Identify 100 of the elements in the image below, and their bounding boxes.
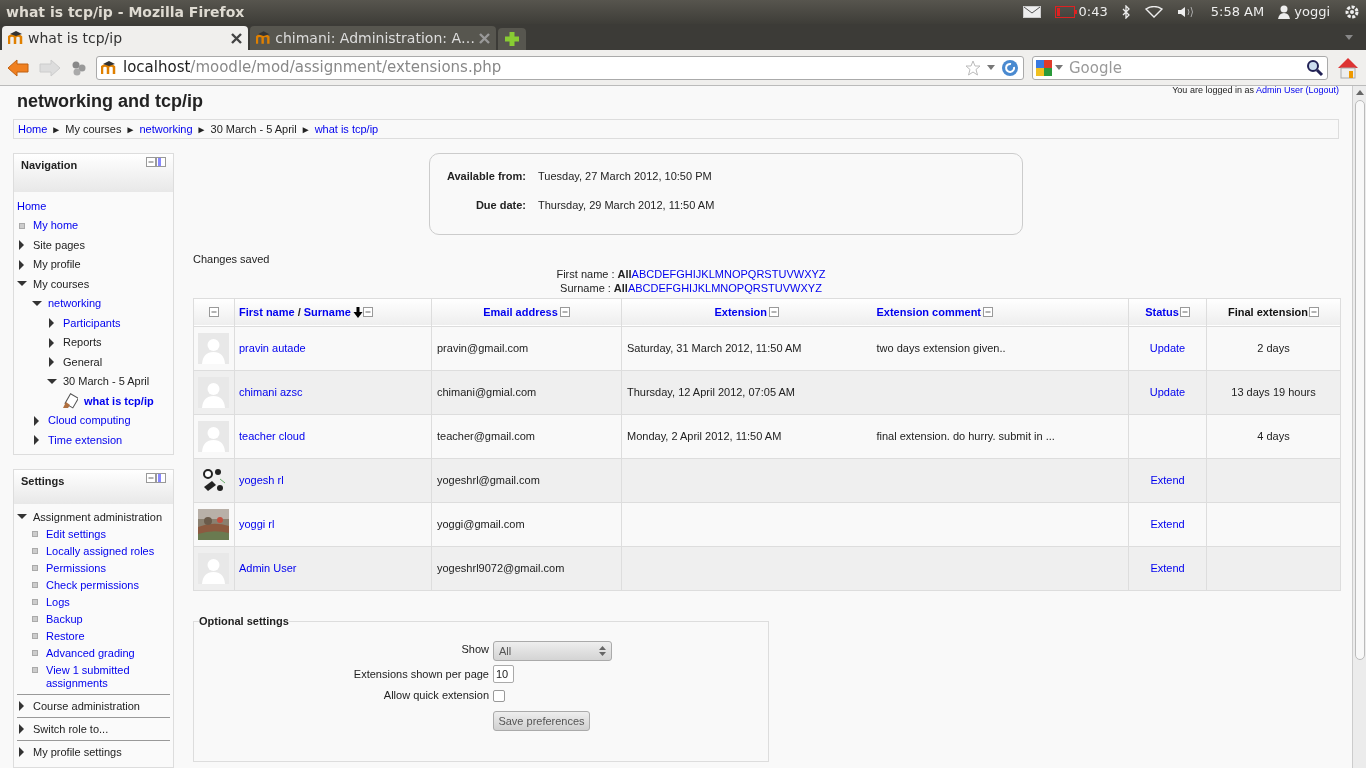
settings-link[interactable]: Permissions [46,562,106,575]
dropdown-caret-icon[interactable] [987,64,995,71]
collapsed-arrow-icon[interactable] [17,747,27,757]
settings-link[interactable]: Logs [46,596,70,609]
status-link[interactable]: Extend [1150,518,1185,531]
expanded-arrow-icon[interactable] [32,298,42,309]
browser-tab[interactable]: chimani: Administration: A… [250,26,496,50]
column-header-link[interactable]: Email address [483,304,558,321]
dropdown-caret-icon[interactable] [1055,64,1063,71]
search-field[interactable]: Google [1032,55,1328,80]
panel-legend: Optional settings [199,613,289,630]
reload-icon[interactable] [1001,58,1019,77]
status-link[interactable]: Extend [1150,562,1185,575]
collapsed-arrow-icon[interactable] [47,337,57,348]
settings-link[interactable]: Locally assigned roles [46,545,155,558]
collapse-icon[interactable] [769,307,780,318]
nav-link[interactable]: Time extension [48,432,123,449]
nav-link[interactable]: 30 March - 5 April [63,373,150,390]
status-link[interactable]: Update [1149,342,1186,355]
settings-link[interactable]: View 1 submitted assignments [46,664,170,690]
nav-link[interactable]: Home [17,198,47,215]
breadcrumb-link[interactable]: Home [18,121,48,138]
nav-link[interactable]: My home [33,217,79,234]
close-icon[interactable] [231,32,242,44]
save-preferences-button[interactable]: Save preferences [493,711,590,731]
user-name[interactable]: yoggi [1294,2,1330,22]
column-header-link[interactable]: Surname [303,304,351,321]
settings-link[interactable]: Advanced grading [46,647,135,660]
column-header-link[interactable]: First name [239,304,295,321]
collapse-icon[interactable] [1179,307,1190,318]
collapsed-arrow-icon[interactable] [17,701,27,711]
collapsed-arrow-icon[interactable] [47,357,57,368]
expanded-arrow-icon[interactable] [17,512,27,522]
browser-tab[interactable]: what is tcp/ip [2,26,248,50]
nav-link[interactable]: General [63,354,103,371]
wifi-icon[interactable] [1144,6,1163,18]
collapse-icon[interactable] [983,307,994,318]
search-engine-logo-icon[interactable] [1036,59,1052,76]
student-name-link[interactable]: yoggi rl [239,518,275,531]
collapsed-arrow-icon[interactable] [17,240,27,251]
bluetooth-icon[interactable] [1121,5,1131,19]
nav-link[interactable]: Cloud computing [48,412,131,429]
block-controls-icon[interactable] [146,157,166,168]
collapsed-arrow-icon[interactable] [17,259,27,270]
settings-section[interactable]: Assignment administration [33,508,162,526]
scroll-up-icon[interactable] [1354,88,1365,96]
collapse-icon[interactable] [362,307,373,318]
home-icon[interactable] [1336,55,1360,80]
show-select[interactable]: All [493,641,612,662]
tab-list-icon[interactable] [1344,34,1354,42]
settings-section[interactable]: Course administration [33,697,140,715]
settings-link[interactable]: Restore [46,630,85,643]
student-name-link[interactable]: teacher cloud [239,430,306,443]
nav-link[interactable]: Site pages [33,237,85,254]
student-name-link[interactable]: chimani azsc [239,386,303,399]
settings-section[interactable]: Switch role to... [33,720,109,738]
clock[interactable]: 5:58 AM [1210,2,1265,22]
block-controls-icon[interactable] [146,473,166,483]
quick-extension-checkbox[interactable] [493,689,505,702]
per-page-field[interactable]: 10 [493,665,514,684]
nav-link[interactable]: Participants [63,315,121,332]
status-link[interactable]: Update [1149,386,1186,399]
collapsed-arrow-icon[interactable] [32,415,42,426]
column-header-link[interactable]: Extension comment [876,304,982,321]
student-name-link[interactable]: Admin User [239,562,297,575]
settings-link[interactable]: Check permissions [46,579,139,592]
nav-link[interactable]: networking [48,295,102,312]
collapsed-arrow-icon[interactable] [17,724,27,734]
collapse-icon[interactable] [559,307,570,318]
new-tab-button[interactable] [498,28,526,50]
back-arrow-icon[interactable] [6,57,30,78]
student-name-link[interactable]: yogesh rl [239,474,284,487]
expanded-arrow-icon[interactable] [47,376,57,387]
date-label: Available from: [445,169,526,185]
column-header-link[interactable]: Extension [714,304,768,321]
breadcrumb-link[interactable]: what is tcp/ip [314,121,379,138]
scrollbar[interactable] [1352,86,1366,768]
collapse-icon[interactable] [1309,307,1320,318]
mail-icon[interactable] [1022,6,1041,18]
nav-link[interactable]: what is tcp/ip [84,393,154,410]
settings-link[interactable]: Backup [46,613,83,626]
initials-label: First name : [556,266,615,282]
collapse-icon[interactable] [209,307,219,318]
address-field[interactable]: localhost/moodle/mod/assignment/extensions.php [96,55,1024,80]
collapsed-arrow-icon[interactable] [47,318,57,329]
student-name-link[interactable]: pravin autade [239,342,306,355]
nav-link[interactable]: Reports [63,334,102,351]
nav-link[interactable]: My profile [33,256,81,273]
moodle-logo-icon [256,31,272,45]
collapsed-arrow-icon[interactable] [32,435,42,446]
nav-link[interactable]: My courses [33,276,90,293]
column-header[interactable]: Status [1145,304,1179,321]
settings-icon[interactable] [1344,4,1360,20]
breadcrumb-link[interactable]: networking [139,121,193,138]
bookmark-star-icon[interactable] [965,59,981,76]
email-cell: yoggi@gmail.com [437,518,525,531]
search-icon[interactable] [1306,58,1324,77]
settings-section[interactable]: My profile settings [33,743,122,761]
status-link[interactable]: Extend [1150,474,1185,487]
settings-link[interactable]: Edit settings [46,528,106,541]
